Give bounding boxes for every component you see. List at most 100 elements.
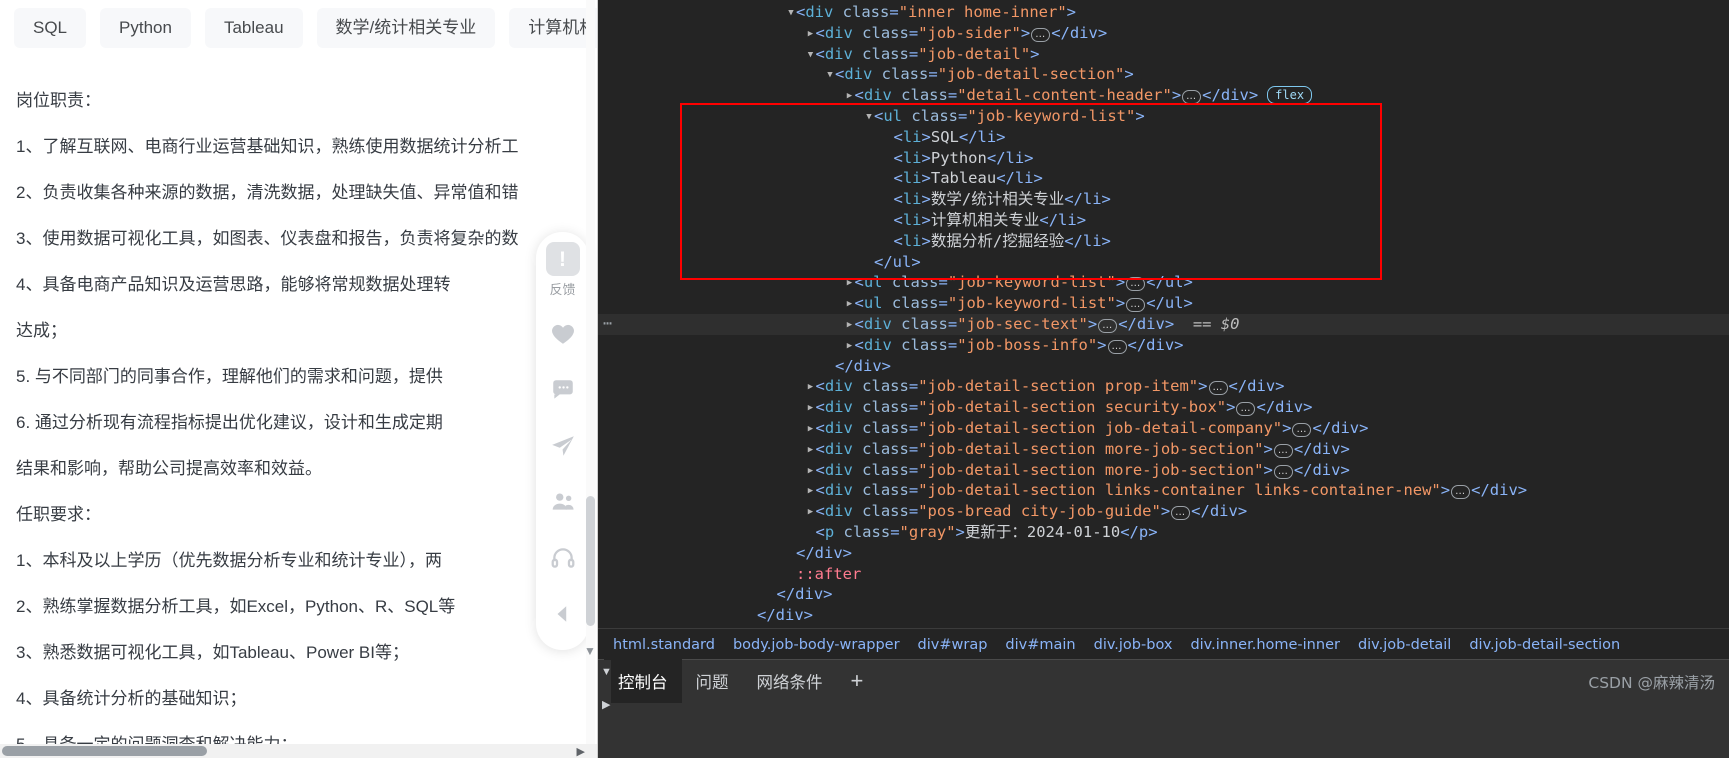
- chat-bubble-icon[interactable]: [541, 368, 585, 412]
- dom-node-row[interactable]: <div class="job-boss-info">…</div>: [598, 335, 1729, 356]
- dom-token-punct: =: [947, 335, 958, 354]
- dom-node-row[interactable]: ::after: [598, 564, 1729, 585]
- dom-node-row[interactable]: <ul class="job-keyword-list">: [598, 106, 1729, 127]
- floating-action-bar: ! 反馈: [536, 232, 589, 650]
- collapsed-children-ellipsis-icon[interactable]: …: [1273, 443, 1293, 458]
- dom-token-punct: </li>: [1039, 210, 1087, 229]
- breadcrumb-item[interactable]: div.job-box: [1085, 637, 1182, 653]
- collapse-left-arrow-icon[interactable]: [541, 592, 585, 636]
- dom-token-txt: 更新于：2024-01-10: [964, 522, 1121, 541]
- job-keyword-tag: Python: [100, 8, 191, 48]
- dom-node-row[interactable]: <div class="job-sider">…</div>: [598, 23, 1729, 44]
- dom-node-row[interactable]: <li>数学/统计相关专业</li>: [598, 189, 1729, 210]
- dom-token-punct: =: [890, 522, 900, 541]
- dom-node-row[interactable]: <ul class="job-keyword-list">…</ul>: [598, 293, 1729, 314]
- collapsed-children-ellipsis-icon[interactable]: …: [1292, 422, 1312, 437]
- collapsed-children-ellipsis-icon[interactable]: …: [1126, 298, 1146, 313]
- dom-node-row[interactable]: </div>: [598, 543, 1729, 564]
- dom-node-row[interactable]: <div class="pos-bread city-job-guide">…<…: [598, 501, 1729, 522]
- breadcrumb-item[interactable]: div#main: [996, 637, 1084, 653]
- dom-node-row[interactable]: <div class="job-detail-section job-detai…: [598, 418, 1729, 439]
- dom-token-punct: <: [835, 65, 845, 84]
- dom-token-tag: div: [824, 418, 853, 437]
- dom-node-row[interactable]: <div class="job-detail">: [598, 44, 1729, 65]
- dom-token-attr: class: [852, 460, 909, 479]
- scroll-right-caret-icon[interactable]: ▶: [577, 745, 585, 758]
- dom-token-punct: </div>: [796, 543, 852, 562]
- breadcrumb-item[interactable]: div#wrap: [909, 637, 997, 653]
- collapsed-children-ellipsis-icon[interactable]: …: [1098, 318, 1118, 333]
- headset-icon[interactable]: [541, 536, 585, 580]
- page-horizontal-scrollbar-thumb[interactable]: [2, 746, 207, 756]
- heart-icon[interactable]: [541, 312, 585, 356]
- dom-token-punct: </div>: [1202, 86, 1259, 105]
- dom-node-row[interactable]: <li>数据分析/挖掘经验</li>: [598, 231, 1729, 252]
- dom-node-row[interactable]: <div class="job-detail-section links-con…: [598, 480, 1729, 501]
- dom-tree[interactable]: <div class="inner home-inner"><div class…: [598, 0, 1729, 626]
- collapsed-children-ellipsis-icon[interactable]: …: [1107, 339, 1127, 354]
- dom-node-row[interactable]: <div class="job-detail-section">: [598, 64, 1729, 85]
- dom-node-row[interactable]: <li>Python</li>: [598, 148, 1729, 169]
- job-description-body: 岗位职责： 1、了解互联网、电商行业运营基础知识，熟练使用数据统计分析工 2、负责收…: [0, 48, 597, 758]
- dom-node-row[interactable]: </div>: [598, 356, 1729, 377]
- collapsed-children-ellipsis-icon[interactable]: …: [1126, 277, 1146, 292]
- breadcrumb-item[interactable]: body.job-body-wrapper: [724, 637, 909, 653]
- collapsed-children-ellipsis-icon[interactable]: …: [1273, 464, 1293, 479]
- dom-node-row[interactable]: <div class="job-detail-section more-job-…: [598, 460, 1729, 481]
- dom-node-row[interactable]: <div class="job-detail-section prop-item…: [598, 376, 1729, 397]
- dom-token-tag: div: [805, 3, 834, 21]
- dom-node-row[interactable]: </ul>: [598, 252, 1729, 273]
- dom-token-punct: =: [908, 439, 919, 458]
- dom-node-row[interactable]: <p class="gray">更新于：2024-01-10</p>: [598, 522, 1729, 543]
- breadcrumb-item[interactable]: div.inner.home-inner: [1181, 637, 1349, 653]
- dom-token-punct: =: [908, 481, 919, 500]
- dom-token-tag: div: [863, 335, 892, 354]
- dom-node-row[interactable]: <div class="job-detail-section security-…: [598, 397, 1729, 418]
- dom-token-punct: <: [815, 23, 825, 42]
- page-vertical-scrollbar-thumb[interactable]: [586, 496, 595, 626]
- dom-token-dollar: == $0: [1174, 314, 1240, 333]
- breadcrumb-item[interactable]: div.job-detail-section: [1460, 637, 1629, 653]
- flex-badge[interactable]: flex: [1267, 86, 1313, 105]
- dom-token-tag: li: [902, 148, 922, 167]
- exclamation-icon[interactable]: !: [545, 242, 580, 276]
- dom-node-row[interactable]: </div>: [598, 605, 1729, 626]
- dom-node-row[interactable]: </div>: [598, 584, 1729, 605]
- dom-token-val: "job-keyword-list": [967, 106, 1136, 125]
- drawer-tab-console[interactable]: 控制台: [604, 659, 682, 703]
- collapsed-children-ellipsis-icon[interactable]: …: [1236, 402, 1256, 417]
- collapsed-children-ellipsis-icon[interactable]: …: [1208, 381, 1228, 396]
- dom-node-row[interactable]: <li>SQL</li>: [598, 127, 1729, 148]
- dom-node-row[interactable]: <div class="inner home-inner">: [598, 2, 1729, 23]
- dom-token-punct: =: [908, 502, 919, 521]
- dom-node-row[interactable]: <ul class="job-keyword-list">…</ul>: [598, 272, 1729, 293]
- dom-token-punct: >: [1097, 335, 1107, 354]
- dom-token-attr: class: [834, 522, 891, 541]
- node-overflow-dots-icon[interactable]: ⋯: [603, 313, 613, 334]
- dom-token-txt: SQL: [930, 127, 959, 146]
- collapsed-children-ellipsis-icon[interactable]: …: [1451, 485, 1471, 500]
- send-paper-plane-icon[interactable]: [541, 424, 585, 468]
- dom-node-row[interactable]: <div class="job-detail-section more-job-…: [598, 439, 1729, 460]
- breadcrumb-item[interactable]: html.standard: [604, 637, 724, 653]
- collapsed-children-ellipsis-icon[interactable]: …: [1031, 27, 1051, 42]
- dom-token-pseudo: ::after: [796, 564, 862, 583]
- drawer-tab-network-conditions[interactable]: 网络条件: [743, 659, 837, 703]
- dom-token-tag: li: [902, 231, 922, 250]
- dom-node-row[interactable]: <div class="detail-content-header">…</di…: [598, 85, 1729, 106]
- drawer-tab-issues[interactable]: 问题: [682, 659, 743, 703]
- scroll-down-caret-icon[interactable]: ▼: [584, 644, 596, 658]
- dom-token-punct: =: [938, 273, 948, 292]
- drawer-collapse-caret-icon[interactable]: ▼: [601, 666, 612, 678]
- dom-node-row-selected[interactable]: ⋯ <div class="job-sec-text">…</div> == $0: [598, 313, 1729, 335]
- dom-token-punct: </li>: [1064, 231, 1111, 250]
- drawer-expand-caret-icon[interactable]: ▶: [602, 698, 610, 711]
- dom-node-row[interactable]: <li>计算机相关专业</li>: [598, 210, 1729, 231]
- collapsed-children-ellipsis-icon[interactable]: …: [1182, 90, 1202, 105]
- breadcrumb-item[interactable]: div.job-detail: [1349, 637, 1460, 653]
- contacts-people-icon[interactable]: [541, 480, 585, 524]
- add-drawer-tab-button[interactable]: +: [837, 666, 878, 696]
- dom-node-row[interactable]: <li>Tableau</li>: [598, 168, 1729, 189]
- collapsed-children-ellipsis-icon[interactable]: …: [1171, 506, 1191, 521]
- dom-token-punct: </li>: [1064, 190, 1111, 209]
